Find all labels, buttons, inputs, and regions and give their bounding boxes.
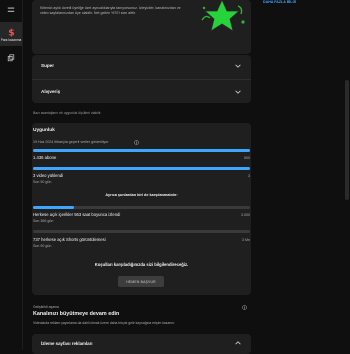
growth-description: Videolarda reklam yayınlama da dahil olm… [33,321,175,325]
uploads-progress-fill [33,167,250,170]
uploads-progress-bar [33,167,250,170]
chevron-down-icon [235,64,241,68]
watch-hours-value: Herkese açık içerikler 563 saat boyunca … [33,212,120,217]
eligibility-title: Uygunluk [33,128,55,133]
subscribers-value: 1.436 abone [33,155,56,160]
info-icon[interactable] [134,140,139,145]
watch-hours-target: 3.000 [210,213,250,217]
dollar-icon: $ [7,27,16,37]
watch-hours-progress-fill [33,206,74,209]
collapse-icon [7,6,15,14]
uploads-period: Son 90 gün [33,180,51,184]
scrollbar-thumb[interactable] [345,80,349,200]
accordion-shopping-label: Alışveriş [41,89,60,94]
shorts-views-target: 3 Mn [210,238,250,242]
chevron-down-icon [235,90,241,94]
accordion-watch-page-ads[interactable]: İzleme sayfası reklamları [32,336,251,350]
info-icon[interactable] [242,305,247,310]
shorts-views-progress-bar [33,230,250,233]
growth-eyebrow: Geliştirildi aşama [33,305,59,309]
learn-more-link[interactable]: DAHA FAZLA BİLGİ [263,0,296,4]
accordion-shopping[interactable]: Alışveriş [32,83,251,100]
copy-icon [7,54,15,62]
shorts-views-value: 737 herkese açık Shorts görüntülemesi [33,237,106,242]
watch-hours-progress-bar [33,206,250,209]
left-nav-rail: $ Para kazanma [0,0,23,350]
rail-item-monetization[interactable]: $ Para kazanma [0,22,22,46]
uploads-target: 3 [210,174,250,178]
eligibility-updated: 19 Haz 2024 itibarıyla geçerli veriler g… [33,140,109,144]
chevron-up-icon [235,341,241,345]
subscribers-progress-fill [33,149,250,152]
subscribers-progress-bar [33,149,250,152]
accordion-divider [32,79,251,80]
watch-hours-period: Son 365 gün [33,219,53,223]
accordion-super[interactable]: Super [32,57,251,74]
rail-label-monetization: Para kazanma [1,38,22,42]
accordion-super-label: Super [41,63,54,68]
eligibility-notify-text: Koşulları karşıladığınızda sizi bilgilen… [32,262,251,267]
eligibility-choose-label: Ayrıca şunlardan biri de karşılanmalıdır… [32,193,251,197]
subscribers-target: 500 [210,156,250,160]
uploads-value: 3 video yüklendi [33,173,63,178]
svg-text:$: $ [8,27,14,37]
apply-now-button[interactable]: HEMEN BAŞVUR [118,276,164,287]
rail-item-copyright[interactable] [0,52,22,64]
rail-item-top[interactable] [0,6,22,14]
star-illustration [196,0,248,34]
shorts-views-period: Son 90 gün [33,244,51,248]
eligibility-note: Bazı avantajların ek uygunluk ölçütleri … [33,111,101,115]
memberships-description: Kitlenizi aylık ücretli üyeliğe özel ayr… [40,6,190,16]
growth-title: Kanalınızı büyütmeye devam edin [33,311,119,317]
watch-page-ads-label: İzleme sayfası reklamları [41,341,93,346]
